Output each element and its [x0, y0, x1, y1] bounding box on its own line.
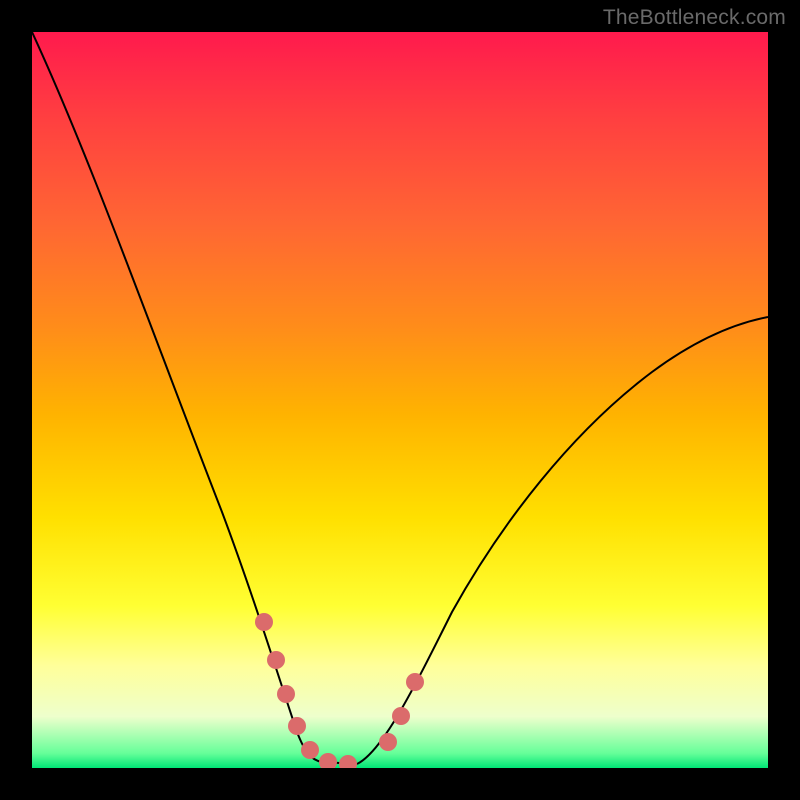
curve-right	[357, 317, 768, 764]
chart-plot-area	[32, 32, 768, 768]
watermark: TheBottleneck.com	[603, 6, 786, 30]
highlight-dots	[255, 613, 424, 768]
bottleneck-curve	[32, 32, 768, 768]
